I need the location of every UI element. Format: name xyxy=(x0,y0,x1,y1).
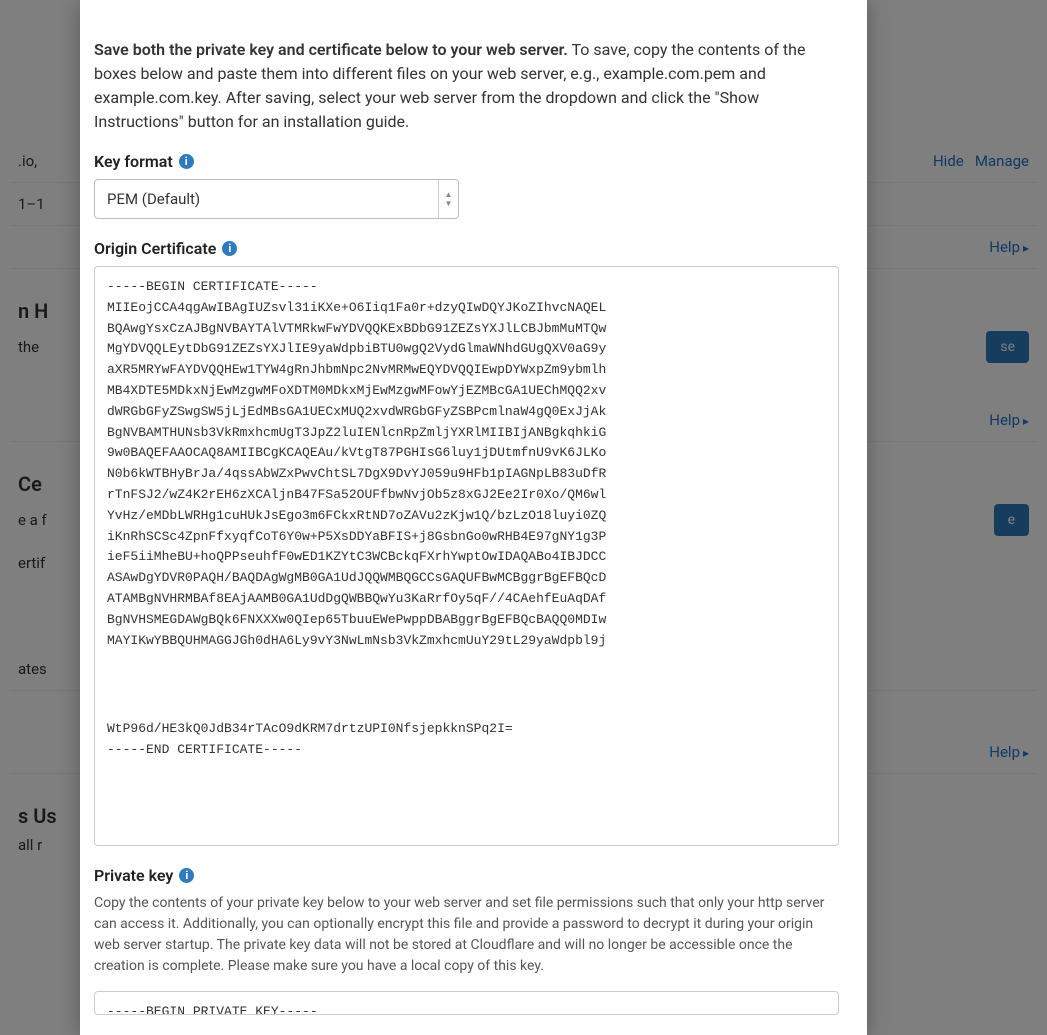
select-stepper-icon: ▲▼ xyxy=(438,180,458,218)
info-icon[interactable]: i xyxy=(179,868,194,883)
private-key-label: Private key xyxy=(94,866,173,885)
key-format-value: PEM (Default) xyxy=(95,180,438,218)
pk-text: -----BEGIN PRIVATE KEY----- xyxy=(107,1004,318,1015)
origin-cert-label-row: Origin Certificate i xyxy=(94,239,839,258)
key-format-label: Key format xyxy=(94,152,173,171)
key-format-label-row: Key format i xyxy=(94,152,839,171)
cert-gap: . xyxy=(107,677,115,692)
intro-text: Save both the private key and certificat… xyxy=(94,38,839,134)
info-icon[interactable]: i xyxy=(179,154,194,169)
cert-top: -----BEGIN CERTIFICATE----- MIIEojCCA4qg… xyxy=(107,279,606,648)
cert-bottom: WtP96d/HE3kQ0JdB34rTAcO9dKRM7drtzUPI0Nfs… xyxy=(107,721,513,757)
origin-cert-textarea[interactable]: -----BEGIN CERTIFICATE----- MIIEojCCA4qg… xyxy=(94,266,839,846)
key-format-select[interactable]: PEM (Default) ▲▼ xyxy=(94,179,459,219)
private-key-textarea[interactable]: -----BEGIN PRIVATE KEY----- xyxy=(94,991,839,1015)
origin-cert-label: Origin Certificate xyxy=(94,239,216,258)
origin-cert-modal: Save both the private key and certificat… xyxy=(80,0,867,1035)
info-icon[interactable]: i xyxy=(222,241,237,256)
private-key-desc: Copy the contents of your private key be… xyxy=(94,893,839,977)
intro-bold: Save both the private key and certificat… xyxy=(94,40,568,59)
private-key-label-row: Private key i xyxy=(94,866,839,885)
